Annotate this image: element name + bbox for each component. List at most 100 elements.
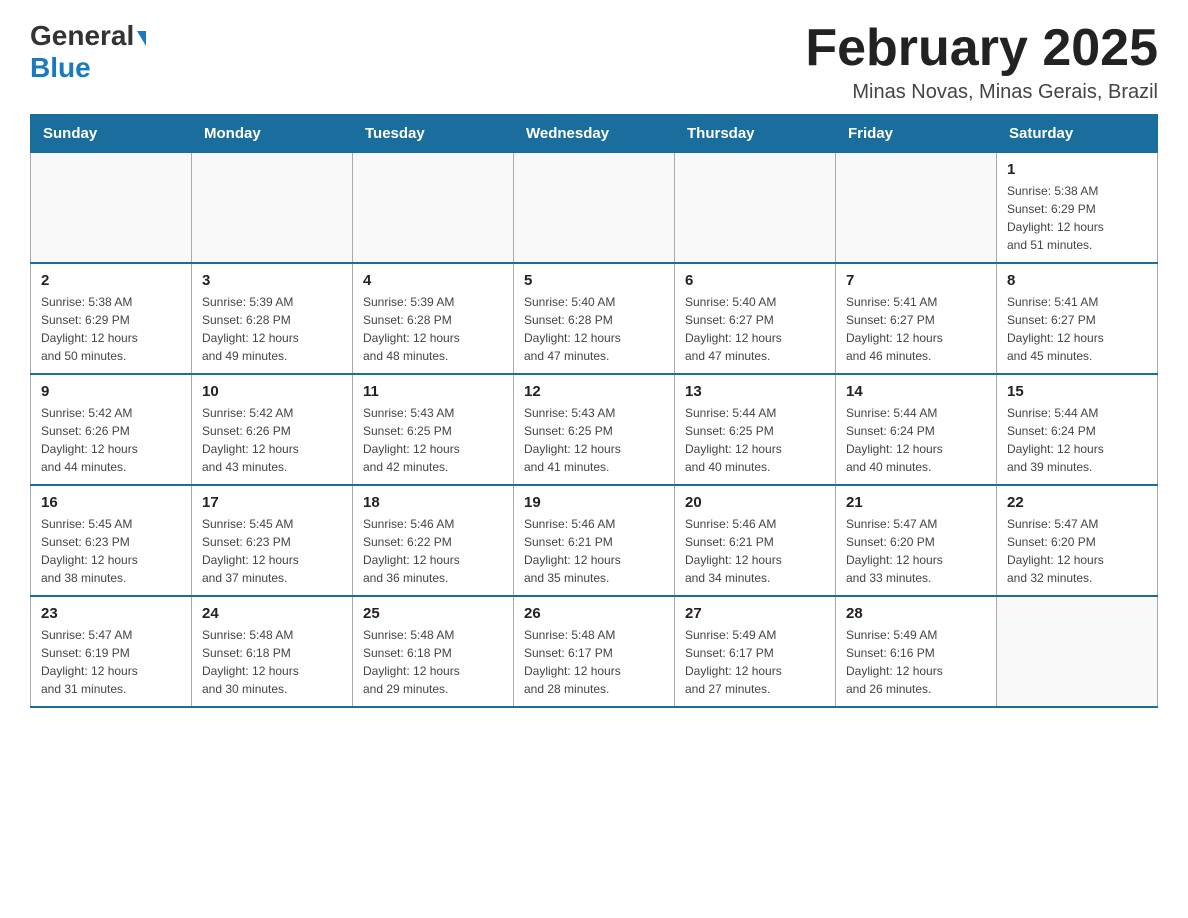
calendar-cell: 7 Sunrise: 5:41 AMSunset: 6:27 PMDaylight… — [836, 263, 997, 374]
logo-general-text: General — [30, 20, 134, 52]
day-number: 13 — [685, 383, 825, 400]
day-info: Sunrise: 5:38 AMSunset: 6:29 PMDaylight:… — [1007, 182, 1147, 254]
day-info: Sunrise: 5:46 AMSunset: 6:21 PMDaylight:… — [524, 515, 664, 587]
calendar-cell: 18 Sunrise: 5:46 AMSunset: 6:22 PMDayligh… — [353, 485, 514, 596]
day-number: 10 — [202, 383, 342, 400]
calendar-cell: 19 Sunrise: 5:46 AMSunset: 6:21 PMDayligh… — [514, 485, 675, 596]
calendar-cell: 28 Sunrise: 5:49 AMSunset: 6:16 PMDayligh… — [836, 596, 997, 707]
day-number: 26 — [524, 605, 664, 622]
day-info: Sunrise: 5:43 AMSunset: 6:25 PMDaylight:… — [524, 404, 664, 476]
calendar-cell — [514, 153, 675, 264]
day-number: 2 — [41, 272, 181, 289]
calendar-cell: 3 Sunrise: 5:39 AMSunset: 6:28 PMDaylight… — [192, 263, 353, 374]
calendar-cell: 17Sunrise: 5:45 AMSunset: 6:23 PMDayligh… — [192, 485, 353, 596]
calendar-week-row: 9 Sunrise: 5:42 AMSunset: 6:26 PMDaylight… — [31, 374, 1158, 485]
day-number: 21 — [846, 494, 986, 511]
day-number: 6 — [685, 272, 825, 289]
title-area: February 2025 Minas Novas, Minas Gerais,… — [805, 20, 1158, 104]
day-number: 27 — [685, 605, 825, 622]
day-number: 9 — [41, 383, 181, 400]
day-info: Sunrise: 5:44 AMSunset: 6:25 PMDaylight:… — [685, 404, 825, 476]
day-number: 4 — [363, 272, 503, 289]
calendar-cell: 25Sunrise: 5:48 AMSunset: 6:18 PMDayligh… — [353, 596, 514, 707]
day-info: Sunrise: 5:44 AMSunset: 6:24 PMDaylight:… — [846, 404, 986, 476]
logo-blue-text: Blue — [30, 52, 91, 84]
calendar-cell: 24 Sunrise: 5:48 AMSunset: 6:18 PMDayligh… — [192, 596, 353, 707]
calendar-cell — [353, 153, 514, 264]
calendar-cell: 14Sunrise: 5:44 AMSunset: 6:24 PMDayligh… — [836, 374, 997, 485]
day-number: 5 — [524, 272, 664, 289]
day-number: 17 — [202, 494, 342, 511]
day-info: Sunrise: 5:48 AMSunset: 6:18 PMDaylight:… — [202, 626, 342, 698]
calendar-week-row: 2 Sunrise: 5:38 AMSunset: 6:29 PMDaylight… — [31, 263, 1158, 374]
day-info: Sunrise: 5:47 AMSunset: 6:19 PMDaylight:… — [41, 626, 181, 698]
calendar-cell: 8Sunrise: 5:41 AMSunset: 6:27 PMDaylight… — [997, 263, 1158, 374]
calendar-week-row: 16 Sunrise: 5:45 AMSunset: 6:23 PMDayligh… — [31, 485, 1158, 596]
day-info: Sunrise: 5:42 AMSunset: 6:26 PMDaylight:… — [202, 404, 342, 476]
day-number: 20 — [685, 494, 825, 511]
day-number: 23 — [41, 605, 181, 622]
day-info: Sunrise: 5:46 AMSunset: 6:22 PMDaylight:… — [363, 515, 503, 587]
calendar-cell: 16 Sunrise: 5:45 AMSunset: 6:23 PMDayligh… — [31, 485, 192, 596]
logo-arrow-icon — [137, 31, 146, 46]
day-info: Sunrise: 5:43 AMSunset: 6:25 PMDaylight:… — [363, 404, 503, 476]
day-of-week-header: Tuesday — [353, 115, 514, 153]
calendar-cell: 2 Sunrise: 5:38 AMSunset: 6:29 PMDaylight… — [31, 263, 192, 374]
day-of-week-header: Monday — [192, 115, 353, 153]
day-number: 16 — [41, 494, 181, 511]
day-info: Sunrise: 5:38 AMSunset: 6:29 PMDaylight:… — [41, 293, 181, 365]
calendar-cell: 22 Sunrise: 5:47 AMSunset: 6:20 PMDayligh… — [997, 485, 1158, 596]
calendar-cell: 1 Sunrise: 5:38 AMSunset: 6:29 PMDaylight… — [997, 153, 1158, 264]
month-title: February 2025 — [805, 20, 1158, 77]
day-info: Sunrise: 5:46 AMSunset: 6:21 PMDaylight:… — [685, 515, 825, 587]
day-info: Sunrise: 5:47 AMSunset: 6:20 PMDaylight:… — [846, 515, 986, 587]
calendar-cell: 26 Sunrise: 5:48 AMSunset: 6:17 PMDayligh… — [514, 596, 675, 707]
day-number: 25 — [363, 605, 503, 622]
day-number: 22 — [1007, 494, 1147, 511]
calendar-table: SundayMondayTuesdayWednesdayThursdayFrid… — [30, 114, 1158, 708]
day-number: 24 — [202, 605, 342, 622]
day-of-week-header: Sunday — [31, 115, 192, 153]
calendar-header-row: SundayMondayTuesdayWednesdayThursdayFrid… — [31, 115, 1158, 153]
day-info: Sunrise: 5:40 AMSunset: 6:28 PMDaylight:… — [524, 293, 664, 365]
day-number: 3 — [202, 272, 342, 289]
day-info: Sunrise: 5:48 AMSunset: 6:17 PMDaylight:… — [524, 626, 664, 698]
day-of-week-header: Thursday — [675, 115, 836, 153]
day-of-week-header: Saturday — [997, 115, 1158, 153]
calendar-cell: 21 Sunrise: 5:47 AMSunset: 6:20 PMDayligh… — [836, 485, 997, 596]
day-info: Sunrise: 5:39 AMSunset: 6:28 PMDaylight:… — [363, 293, 503, 365]
day-info: Sunrise: 5:42 AMSunset: 6:26 PMDaylight:… — [41, 404, 181, 476]
calendar-cell: 12Sunrise: 5:43 AMSunset: 6:25 PMDayligh… — [514, 374, 675, 485]
calendar-cell — [997, 596, 1158, 707]
day-number: 18 — [363, 494, 503, 511]
day-info: Sunrise: 5:45 AMSunset: 6:23 PMDaylight:… — [41, 515, 181, 587]
calendar-cell: 5 Sunrise: 5:40 AMSunset: 6:28 PMDaylight… — [514, 263, 675, 374]
day-number: 11 — [363, 383, 503, 400]
calendar-week-row: 1 Sunrise: 5:38 AMSunset: 6:29 PMDaylight… — [31, 153, 1158, 264]
day-info: Sunrise: 5:41 AMSunset: 6:27 PMDaylight:… — [846, 293, 986, 365]
day-number: 15 — [1007, 383, 1147, 400]
calendar-cell: 11 Sunrise: 5:43 AMSunset: 6:25 PMDayligh… — [353, 374, 514, 485]
day-info: Sunrise: 5:44 AMSunset: 6:24 PMDaylight:… — [1007, 404, 1147, 476]
calendar-cell — [192, 153, 353, 264]
day-number: 19 — [524, 494, 664, 511]
day-info: Sunrise: 5:41 AMSunset: 6:27 PMDaylight:… — [1007, 293, 1147, 365]
day-info: Sunrise: 5:47 AMSunset: 6:20 PMDaylight:… — [1007, 515, 1147, 587]
day-info: Sunrise: 5:40 AMSunset: 6:27 PMDaylight:… — [685, 293, 825, 365]
calendar-cell — [836, 153, 997, 264]
day-number: 28 — [846, 605, 986, 622]
day-of-week-header: Friday — [836, 115, 997, 153]
calendar-cell: 6 Sunrise: 5:40 AMSunset: 6:27 PMDaylight… — [675, 263, 836, 374]
calendar-cell: 27 Sunrise: 5:49 AMSunset: 6:17 PMDayligh… — [675, 596, 836, 707]
day-number: 7 — [846, 272, 986, 289]
calendar-cell — [31, 153, 192, 264]
calendar-cell: 10 Sunrise: 5:42 AMSunset: 6:26 PMDayligh… — [192, 374, 353, 485]
day-info: Sunrise: 5:49 AMSunset: 6:17 PMDaylight:… — [685, 626, 825, 698]
calendar-week-row: 23 Sunrise: 5:47 AMSunset: 6:19 PMDayligh… — [31, 596, 1158, 707]
day-number: 1 — [1007, 161, 1147, 178]
day-info: Sunrise: 5:49 AMSunset: 6:16 PMDaylight:… — [846, 626, 986, 698]
day-of-week-header: Wednesday — [514, 115, 675, 153]
day-info: Sunrise: 5:39 AMSunset: 6:28 PMDaylight:… — [202, 293, 342, 365]
calendar-cell: 4 Sunrise: 5:39 AMSunset: 6:28 PMDaylight… — [353, 263, 514, 374]
calendar-cell: 20 Sunrise: 5:46 AMSunset: 6:21 PMDayligh… — [675, 485, 836, 596]
